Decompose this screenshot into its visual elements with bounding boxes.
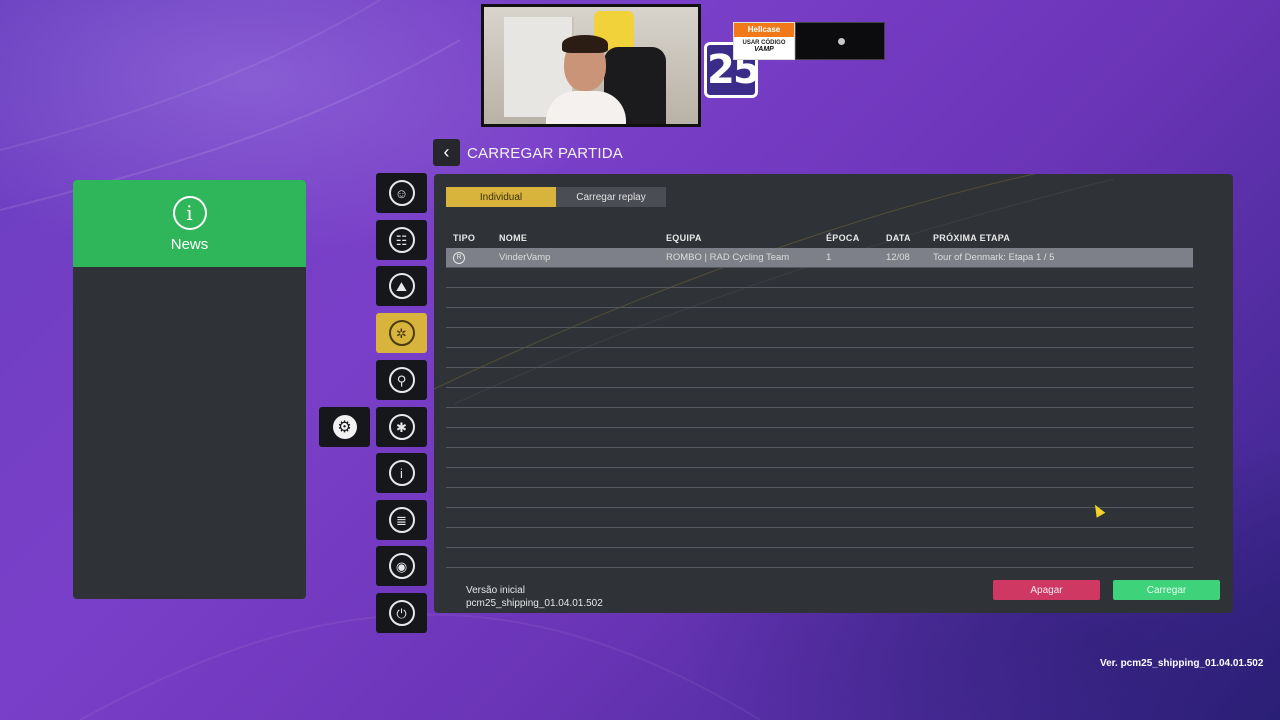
webcam-overlay — [481, 4, 701, 127]
col-nome-header[interactable]: NOME — [493, 233, 660, 243]
table-row-empty — [446, 308, 1193, 328]
table-row-empty — [446, 288, 1193, 308]
table-row-empty — [446, 268, 1193, 288]
table-row-empty — [446, 368, 1193, 388]
chevron-left-icon: ‹ — [443, 142, 450, 162]
team-icon: ☷ — [388, 227, 415, 253]
version-line-2: pcm25_shipping_01.04.01.502 — [466, 598, 603, 609]
info-icon: i — [172, 196, 207, 230]
table-row[interactable]: R VinderVamp ROMBO | RAD Cycling Team 1 … — [446, 248, 1193, 268]
person-icon: ☺ — [388, 180, 415, 206]
table-row-empty — [446, 348, 1193, 368]
back-button[interactable]: ‹ — [433, 139, 460, 166]
table-row-empty — [446, 468, 1193, 488]
nome-cell: VinderVamp — [499, 252, 551, 263]
tab-carregar-replay[interactable]: Carregar replay — [556, 187, 666, 207]
tab-individual[interactable]: Individual — [446, 187, 556, 207]
gear-icon: ⚙ — [332, 415, 357, 439]
webcam-person-hair — [562, 35, 608, 53]
version-line-1: Versão inicial — [466, 585, 525, 596]
table-row-empty — [446, 388, 1193, 408]
sidebar-item-team[interactable]: ☷ — [376, 220, 427, 260]
col-proxima-etapa-header[interactable]: PRÓXIMA ETAPA — [927, 233, 1193, 243]
save-type-icon: R — [453, 251, 465, 264]
load-game-panel: Individual Carregar replay TIPO NOME EQU… — [434, 174, 1233, 613]
table-row-empty — [446, 408, 1193, 428]
epoca-cell: 1 — [826, 252, 832, 263]
table-row-empty — [446, 448, 1193, 468]
steam-icon: ◉ — [388, 553, 415, 579]
table-row-empty — [446, 488, 1193, 508]
table-row-empty — [446, 428, 1193, 448]
sidebar-item-track[interactable]: ⚲ — [376, 360, 427, 400]
sidebar-item-documents[interactable]: ≣ — [376, 500, 427, 540]
document-icon: ≣ — [388, 507, 415, 533]
webcam-person-body — [546, 91, 626, 124]
data-cell: 12/08 — [886, 252, 910, 263]
cycling-icon: ✲ — [388, 320, 415, 346]
table-header: TIPO NOME EQUIPA ÉPOCA DATA PRÓXIMA ETAP… — [446, 228, 1193, 248]
table-row-empty — [446, 328, 1193, 348]
sidebar-item-info[interactable]: i — [376, 453, 427, 493]
col-tipo-header[interactable]: TIPO — [446, 233, 493, 243]
sidebar-item-rider[interactable]: ✱ — [376, 407, 427, 447]
sponsor-brand: Hellcase — [734, 23, 794, 37]
power-icon: ⏻ — [388, 600, 415, 626]
news-button[interactable]: i News — [73, 180, 306, 267]
sponsor-code: VAMP — [754, 46, 774, 53]
load-button[interactable]: Carregar — [1113, 580, 1220, 600]
col-data-header[interactable]: DATA — [880, 233, 927, 243]
sidebar-item-profile[interactable]: ☺ — [376, 173, 427, 213]
sponsor-dark-panel — [795, 22, 885, 60]
equipa-cell: ROMBO | RAD Cycling Team — [666, 252, 790, 263]
version-info: Versão inicial pcm25_shipping_01.04.01.5… — [466, 584, 603, 610]
footer-version: Ver. pcm25_shipping_01.04.01.502 — [1100, 658, 1264, 669]
news-label: News — [170, 236, 209, 253]
sidebar-item-quit[interactable]: ⏻ — [376, 593, 427, 633]
sponsor-badge: Hellcase USAR CÓDIGO VAMP — [733, 22, 795, 60]
page-title: CARREGAR PARTIDA — [467, 145, 624, 162]
sponsor-dot-icon — [838, 38, 845, 45]
pin-icon: ⚲ — [388, 367, 415, 393]
table-row-empty — [446, 548, 1193, 568]
tipo-cell: R — [446, 251, 493, 264]
proxima-etapa-cell: Tour of Denmark: Etapa 1 / 5 — [933, 252, 1055, 263]
news-panel: i News — [73, 180, 306, 599]
sidebar-item-steam[interactable]: ◉ — [376, 546, 427, 586]
sidebar-item-tour[interactable]: ⛰ — [376, 266, 427, 306]
delete-button[interactable]: Apagar — [993, 580, 1100, 600]
table-row-empty — [446, 508, 1193, 528]
sidebar-item-career[interactable]: ✲ — [376, 313, 427, 353]
saves-table: TIPO NOME EQUIPA ÉPOCA DATA PRÓXIMA ETAP… — [446, 228, 1193, 568]
col-epoca-header[interactable]: ÉPOCA — [820, 233, 880, 243]
mountain-icon: ⛰ — [388, 273, 415, 299]
rider-icon: ✱ — [388, 414, 415, 440]
settings-button[interactable]: ⚙ — [319, 407, 370, 447]
col-equipa-header[interactable]: EQUIPA — [660, 233, 820, 243]
table-row-empty — [446, 528, 1193, 548]
info-icon: i — [388, 460, 415, 486]
